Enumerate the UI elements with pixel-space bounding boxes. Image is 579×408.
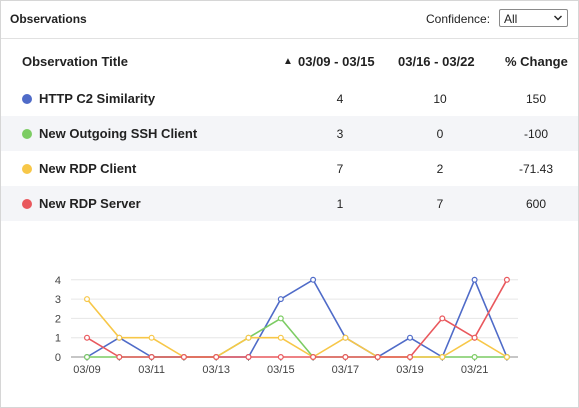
period1-count: 1 <box>336 197 344 211</box>
y-tick-label: 0 <box>55 352 61 364</box>
panel-header: Observations Confidence: All <box>1 1 578 39</box>
data-point <box>310 353 317 360</box>
observation-name: New Outgoing SSH Client <box>39 126 198 141</box>
y-tick-label: 2 <box>55 313 61 325</box>
observations-line-chart: 0 1 2 3 4 03/09 03/11 03/13 03/15 03/17 03/19 03/21 <box>55 275 518 376</box>
series-color-dot <box>22 94 32 104</box>
data-point <box>407 334 414 341</box>
observation-name: New RDP Client <box>39 161 137 176</box>
panel-title: Observations <box>10 12 87 26</box>
data-point <box>245 334 252 341</box>
data-point <box>342 353 349 360</box>
observation-name: HTTP C2 Similarity <box>39 91 156 106</box>
confidence-select[interactable]: All <box>499 9 568 27</box>
period1-count: 7 <box>336 162 344 176</box>
series-color-dot <box>22 164 32 174</box>
data-point <box>116 353 123 360</box>
y-tick-label: 1 <box>55 333 61 345</box>
percent-change: 600 <box>525 197 547 211</box>
data-point <box>277 334 284 341</box>
data-point <box>439 315 446 322</box>
data-point <box>503 276 510 283</box>
observation-name: New RDP Server <box>39 196 141 211</box>
period2-count: 2 <box>436 162 444 176</box>
table-row[interactable]: New Outgoing SSH Client 3 0 -100 <box>1 116 578 151</box>
data-point <box>245 353 252 360</box>
data-point <box>503 353 510 360</box>
period2-count: 7 <box>436 197 444 211</box>
data-point <box>83 334 90 341</box>
data-point <box>471 334 478 341</box>
data-point <box>342 334 349 341</box>
data-point <box>439 353 446 360</box>
confidence-select-value: All <box>504 12 518 26</box>
data-point <box>180 353 187 360</box>
confidence-label: Confidence: <box>426 12 491 26</box>
data-point <box>277 315 284 322</box>
data-point <box>116 334 123 341</box>
column-header-period2[interactable]: 03/16 - 03/22 <box>398 54 475 69</box>
data-point <box>213 353 220 360</box>
data-point <box>407 353 414 360</box>
period1-count: 3 <box>336 127 344 141</box>
period1-count: 4 <box>336 92 344 106</box>
data-point <box>83 353 90 360</box>
percent-change: -71.43 <box>518 162 554 176</box>
column-header-title[interactable]: Observation Title <box>22 54 128 69</box>
data-point <box>310 276 317 283</box>
x-tick-label: 03/13 <box>202 364 230 376</box>
x-tick-label: 03/15 <box>267 364 295 376</box>
data-point <box>277 296 284 303</box>
observations-panel: Observations Confidence: All Observation… <box>0 0 579 408</box>
column-header-period1[interactable]: 03/09 - 03/15 <box>298 54 375 69</box>
data-point <box>277 353 284 360</box>
x-tick-label: 03/17 <box>332 364 360 376</box>
data-point <box>148 353 155 360</box>
x-tick-label: 03/21 <box>461 364 489 376</box>
column-header-change[interactable]: % Change <box>505 54 568 69</box>
y-tick-label: 3 <box>55 294 61 306</box>
series-line <box>86 298 508 358</box>
percent-change: -100 <box>523 127 549 141</box>
x-tick-label: 03/19 <box>396 364 424 376</box>
sort-asc-icon: ▲ <box>283 56 293 67</box>
x-tick-label: 03/09 <box>73 364 101 376</box>
percent-change: 150 <box>525 92 547 106</box>
table-row[interactable]: New RDP Client 7 2 -71.43 <box>1 151 578 186</box>
data-point <box>83 296 90 303</box>
data-point <box>374 353 381 360</box>
series-color-dot <box>22 199 32 209</box>
data-point <box>148 334 155 341</box>
period2-count: 10 <box>433 92 447 106</box>
y-tick-label: 4 <box>55 275 61 287</box>
series-color-dot <box>22 129 32 139</box>
table-row[interactable]: HTTP C2 Similarity 4 10 150 <box>1 81 578 116</box>
chevron-down-icon <box>554 15 562 21</box>
table-row[interactable]: New RDP Server 1 7 600 <box>1 186 578 221</box>
data-point <box>471 276 478 283</box>
period2-count: 0 <box>436 127 444 141</box>
data-point <box>471 353 478 360</box>
x-tick-label: 03/11 <box>138 364 165 376</box>
